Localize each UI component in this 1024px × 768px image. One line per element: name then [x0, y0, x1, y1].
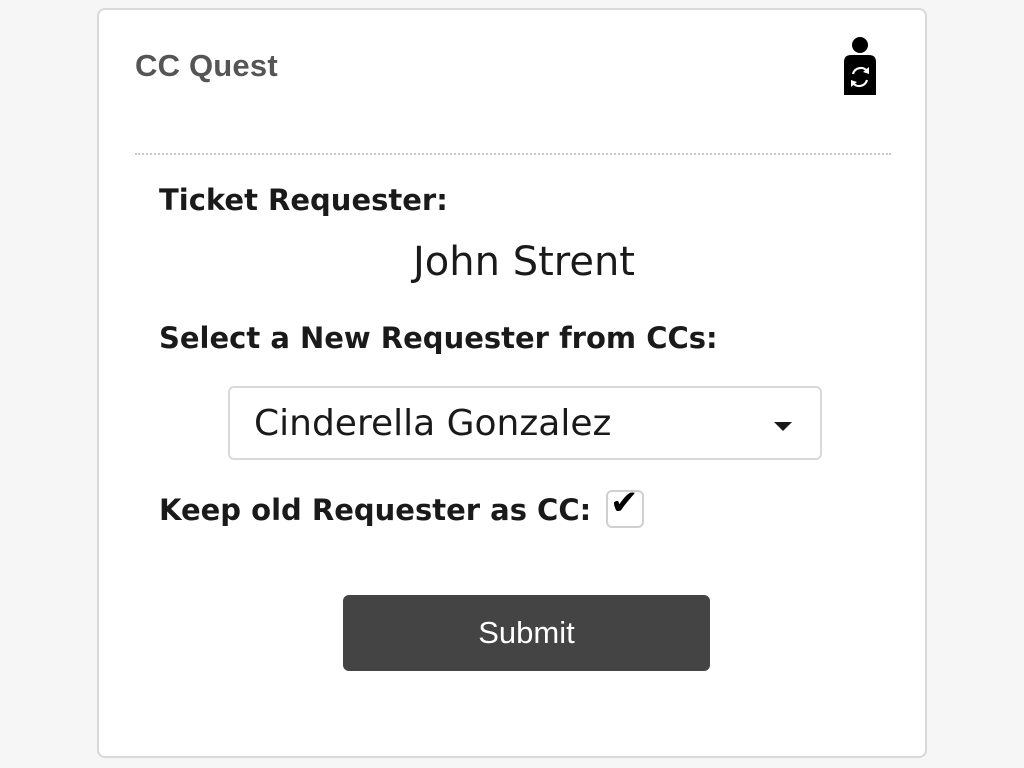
- ticket-requester-label: Ticket Requester:: [159, 183, 448, 217]
- current-requester-name: John Strent: [413, 239, 635, 285]
- new-requester-label: Select a New Requester from CCs:: [159, 321, 718, 355]
- chevron-down-icon: [774, 422, 792, 431]
- header-divider: [135, 153, 891, 155]
- person-swap-icon: [844, 37, 876, 95]
- submit-button[interactable]: Submit: [343, 595, 710, 671]
- new-requester-select[interactable]: Cinderella Gonzalez: [228, 386, 822, 460]
- app-title: CC Quest: [135, 48, 278, 83]
- cc-quest-panel: CC Quest Ticket Requester: John Strent S…: [97, 8, 927, 758]
- keep-old-requester-checkbox[interactable]: ✔: [606, 486, 644, 528]
- checkmark-icon: ✔: [610, 483, 639, 523]
- keep-old-requester-label: Keep old Requester as CC:: [159, 493, 592, 527]
- selected-requester-value: Cinderella Gonzalez: [254, 403, 612, 444]
